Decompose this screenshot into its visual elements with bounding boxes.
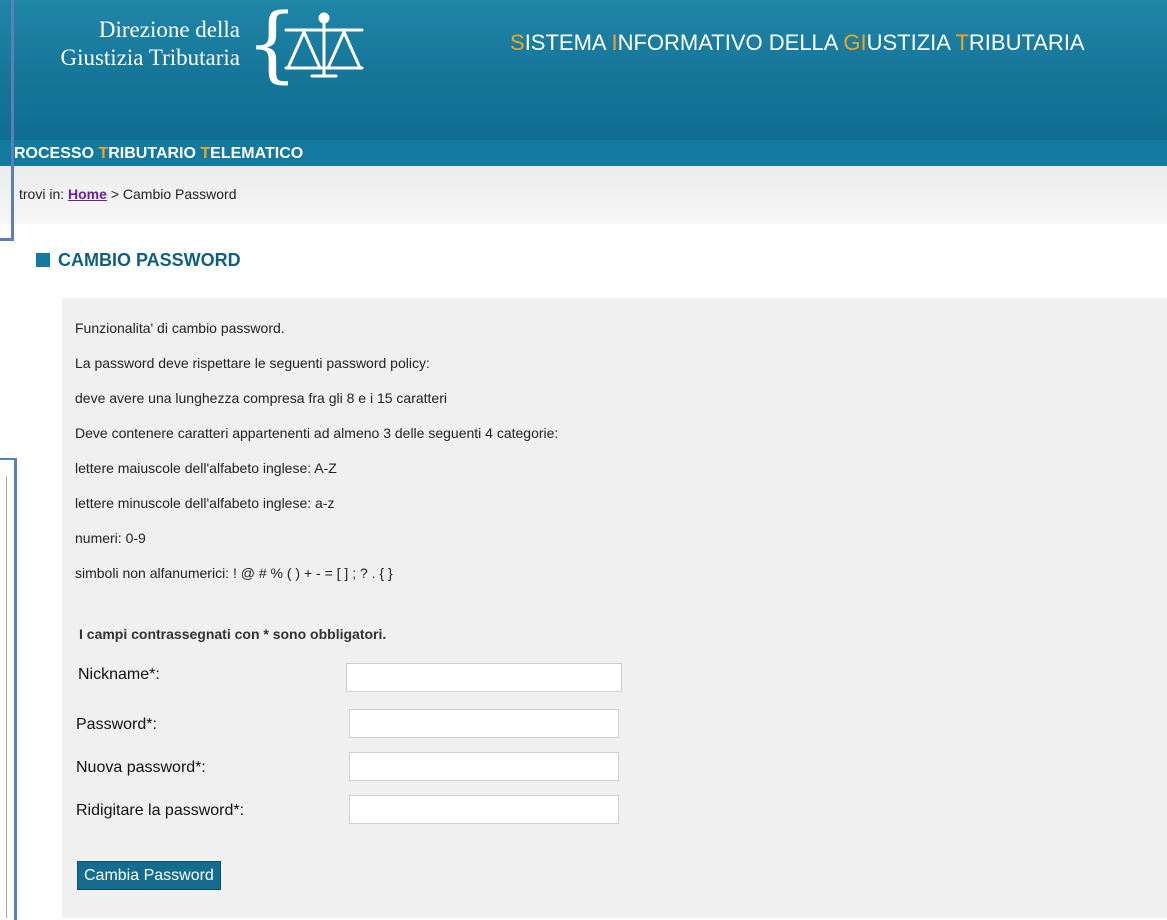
policy-line: deve avere una lunghezza compresa fra gl…: [75, 390, 447, 406]
logo-line-2: Giustizia Tributaria: [60, 45, 240, 70]
nickname-input[interactable]: [346, 663, 622, 692]
system-title-segment: RIBUTARIA: [968, 30, 1085, 55]
confirm-password-label: Ridigitare la password*:: [76, 802, 245, 819]
scales-of-justice-icon: [284, 12, 364, 78]
nickname-label: Nickname*:: [78, 666, 160, 683]
change-password-button[interactable]: Cambia Password: [77, 861, 221, 890]
process-title: ROCESSO TRIBUTARIO TELEMATICO: [14, 145, 303, 163]
policy-line: numeri: 0-9: [75, 530, 146, 546]
system-title-segment: T: [955, 30, 969, 55]
new-password-label: Nuova password*:: [76, 759, 206, 776]
process-title-segment: RIBUTARIO: [108, 145, 201, 162]
required-fields-note: I campi contrassegnati con * sono obblig…: [79, 626, 387, 642]
breadcrumb-prefix: trovi in:: [19, 186, 65, 202]
system-title-segment: NFORMATIVO DELLA: [617, 30, 844, 55]
policy-line: La password deve rispettare le seguenti …: [75, 355, 430, 371]
process-title-segment: T: [200, 145, 211, 162]
system-title-segment: ISTEMA: [524, 30, 612, 55]
password-label: Password*:: [76, 716, 157, 733]
site-header: Direzione della Giustizia Tributaria { S…: [0, 0, 1167, 140]
process-title-segment: ELEMATICO: [210, 145, 304, 162]
system-title-segment: USTIZIA: [866, 30, 956, 55]
left-overlay-panel-top: [0, 0, 14, 241]
system-title-segment: S: [510, 30, 525, 55]
confirm-password-input[interactable]: [349, 795, 619, 824]
policy-line: lettere minuscole dell'alfabeto inglese:…: [75, 495, 335, 511]
policy-line: lettere maiuscole dell'alfabeto inglese:…: [75, 460, 337, 476]
new-password-input[interactable]: [349, 752, 619, 781]
policy-line: Funzionalita' di cambio password.: [75, 320, 285, 336]
system-title-segment: GI: [843, 30, 867, 55]
policy-line: Deve contenere caratteri appartenenti ad…: [75, 425, 559, 441]
breadcrumb-current: Cambio Password: [122, 186, 237, 202]
logo-line-1: Direzione della: [98, 17, 240, 42]
process-title-segment: ROCESSO: [14, 145, 99, 162]
policy-line: simboli non alfanumerici: ! @ # % ( ) + …: [75, 565, 393, 581]
left-overlay-panel-inner: [0, 476, 7, 918]
page-title-text: CAMBIO PASSWORD: [58, 250, 241, 270]
password-input[interactable]: [349, 709, 619, 738]
breadcrumb-separator: >: [110, 186, 119, 202]
breadcrumb-home-link[interactable]: Home: [68, 186, 107, 202]
process-bar: ROCESSO TRIBUTARIO TELEMATICO: [0, 140, 1167, 166]
logo-text: Direzione della Giustizia Tributaria: [0, 16, 240, 72]
system-title: SISTEMA INFORMATIVO DELLA GIUSTIZIA TRIB…: [510, 30, 1085, 56]
process-title-segment: T: [98, 145, 109, 162]
title-square-icon: [36, 253, 50, 267]
page-title: CAMBIO PASSWORD: [36, 250, 241, 271]
breadcrumb: trovi in: Home > Cambio Password: [19, 186, 237, 202]
